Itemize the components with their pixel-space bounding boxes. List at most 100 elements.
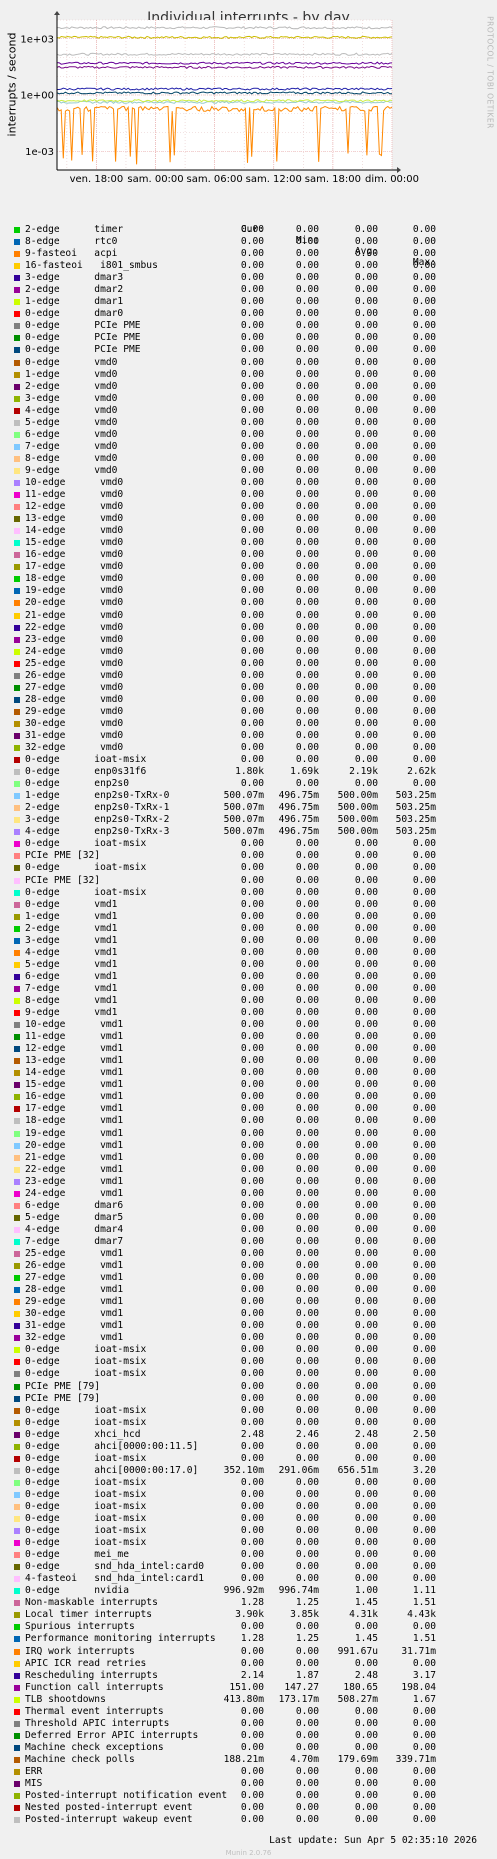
legend-label: 32-edge vmd0 [25, 742, 124, 754]
legend-max: 3.17 [412, 1669, 436, 1681]
legend-swatch [14, 1769, 20, 1775]
legend-max: 0.00 [412, 1284, 436, 1296]
legend-row: 0-edge ioat-msix 0.00 0.00 0.00 0.00 [4, 1477, 494, 1489]
legend-swatch [14, 1250, 20, 1257]
legend-row: 0-edge ahci[0000:00:17.0] 352.10m 291.06m 6… [4, 1465, 494, 1477]
legend-row: 22-edge vmd0 0.00 0.00 0.00 0.00 [4, 622, 494, 634]
legend-label: 31-edge vmd0 [25, 729, 124, 741]
legend-swatch [14, 1455, 20, 1462]
legend-label: 21-edge vmd0 [25, 609, 124, 621]
legend-max: 0.00 [412, 681, 436, 693]
legend-swatch [14, 1347, 20, 1354]
legend-swatch [14, 1443, 20, 1450]
legend-row: 6-edge dmar6 0.00 0.00 0.00 0.00 [4, 1200, 494, 1212]
legend-row: 16-edge vmd0 0.00 0.00 0.00 0.00 [4, 549, 494, 561]
x-tick-label: sam. 12:00 [246, 174, 302, 185]
legend-swatch [14, 1238, 20, 1245]
legend-label: 18-edge vmd1 [25, 1115, 124, 1127]
legend-row: 16-edge vmd1 0.00 0.00 0.00 0.00 [4, 1091, 494, 1103]
legend-swatch [14, 720, 20, 727]
legend-label: 6-edge dmar6 [25, 1199, 124, 1211]
legend-row: 5-edge dmar5 0.00 0.00 0.00 0.00 [4, 1212, 494, 1224]
legend-max: 0.00 [412, 272, 436, 284]
legend-swatch [14, 1166, 20, 1173]
legend-label: 2-edge dmar2 [25, 284, 124, 296]
legend-label: 16-edge vmd1 [25, 1091, 124, 1103]
legend-max: 0.00 [412, 573, 436, 585]
legend-swatch [14, 467, 20, 474]
legend-label: 4-edge vmd1 [25, 946, 118, 958]
legend-swatch [14, 600, 20, 607]
legend-label: 0-edge snd_hda_intel:card0 [25, 1561, 205, 1573]
legend-max: 0.00 [412, 995, 436, 1006]
legend-label: TLB shootdowns [25, 1693, 106, 1705]
legend-row: 28-edge vmd1 0.00 0.00 0.00 0.00 [4, 1284, 494, 1296]
legend-max: 1.11 [412, 1585, 436, 1597]
legend-max: 31.71m [401, 1645, 436, 1657]
legend-label: 3-edge enp2s0-TxRx-2 [25, 814, 170, 826]
legend-max: 0.00 [412, 1115, 436, 1127]
legend-label: 11-edge vmd0 [25, 489, 124, 501]
legend-label: 10-edge vmd1 [25, 1019, 124, 1031]
legend-swatch [14, 1720, 20, 1727]
legend-row: 19-edge vmd0 0.00 0.00 0.00 0.00 [4, 585, 494, 597]
legend-row: 15-edge vmd0 0.00 0.00 0.00 0.00 [4, 537, 494, 549]
legend-row: 1-edge vmd0 0.00 0.00 0.00 0.00 [4, 369, 494, 381]
legend-row: 29-edge vmd0 0.00 0.00 0.00 0.00 [4, 706, 494, 718]
legend-max: 0.00 [412, 609, 436, 621]
legend-row: 20-edge vmd0 0.00 0.00 0.00 0.00 [4, 597, 494, 609]
legend-max: 1.67 [412, 1693, 436, 1705]
legend-label: 2-edge timer [25, 224, 124, 235]
legend-row: TLB shootdowns 413.80m 173.17m 508.27m 1.67 [4, 1694, 494, 1706]
legend-label: 0-edge PCIe PME [25, 320, 141, 332]
legend-max: 0.00 [412, 597, 436, 609]
legend-max: 0.00 [412, 356, 436, 368]
legend-max: 0.00 [412, 1247, 436, 1259]
legend-swatch [14, 299, 20, 306]
legend-swatch [14, 1756, 20, 1763]
legend-max: 0.00 [412, 452, 436, 464]
legend-max: 0.00 [412, 1802, 436, 1814]
legend-label: 9-fasteoi acpi [25, 248, 118, 260]
legend-row: 2-edge dmar2 0.00 0.00 0.00 0.00 [4, 284, 494, 296]
legend-label: 0-edge ioat-msix [25, 1476, 147, 1488]
legend-row: 27-edge vmd0 0.00 0.00 0.00 0.00 [4, 682, 494, 694]
legend-row: 0-edge ioat-msix 0.00 0.00 0.00 0.00 [4, 1368, 494, 1380]
legend-label: 13-edge vmd1 [25, 1055, 124, 1067]
legend-max: 0.00 [412, 1007, 436, 1019]
legend-row: 0-edge ioat-msix 0.00 0.00 0.00 0.00 [4, 1417, 494, 1429]
legend-max: 0.00 [412, 1344, 436, 1356]
legend-max: 0.00 [412, 1308, 436, 1320]
legend-max: 0.00 [412, 404, 436, 416]
legend-label: 17-edge vmd0 [25, 561, 124, 573]
legend-label: 10-edge vmd0 [25, 476, 124, 488]
legend-label: 12-edge vmd1 [25, 1043, 124, 1055]
legend-max: 0.00 [412, 501, 436, 513]
legend-max: 0.00 [412, 970, 436, 982]
legend-max: 0.00 [412, 1452, 436, 1464]
legend-label: 0-edge nvidia [25, 1585, 129, 1597]
legend-swatch [14, 1648, 20, 1655]
legend-max: 0.00 [412, 934, 436, 946]
x-tick-label: dim. 00:00 [365, 174, 419, 185]
legend-label: PCIe PME [79] [25, 1380, 101, 1392]
legend-label: 32-edge vmd1 [25, 1332, 124, 1344]
legend-label: 0-edge enp2s0 [25, 778, 129, 790]
legend-swatch [14, 1022, 20, 1029]
legend-max: 0.00 [412, 525, 436, 537]
legend-label: 24-edge vmd0 [25, 645, 124, 657]
legend-swatch [14, 335, 20, 342]
legend-max: 0.00 [412, 1549, 436, 1561]
legend-row: 7-edge vmd1 0.00 0.00 0.00 0.00 [4, 983, 494, 995]
legend-label: 4-edge dmar4 [25, 1223, 124, 1235]
legend-row: 0-edge ioat-msix 0.00 0.00 0.00 0.00 [4, 1501, 494, 1513]
legend-swatch [14, 853, 20, 860]
legend-label: APIC ICR read retries [25, 1657, 147, 1669]
legend-label: 0-edge ioat-msix [25, 1500, 147, 1512]
legend-swatch [14, 998, 20, 1004]
legend-max: 0.00 [412, 1416, 436, 1428]
legend-max: 0.00 [412, 705, 436, 717]
legend-label: Performance monitoring interrupts [25, 1633, 216, 1645]
legend-swatch [14, 576, 20, 583]
legend-label: 0-edge ioat-msix [25, 886, 147, 898]
